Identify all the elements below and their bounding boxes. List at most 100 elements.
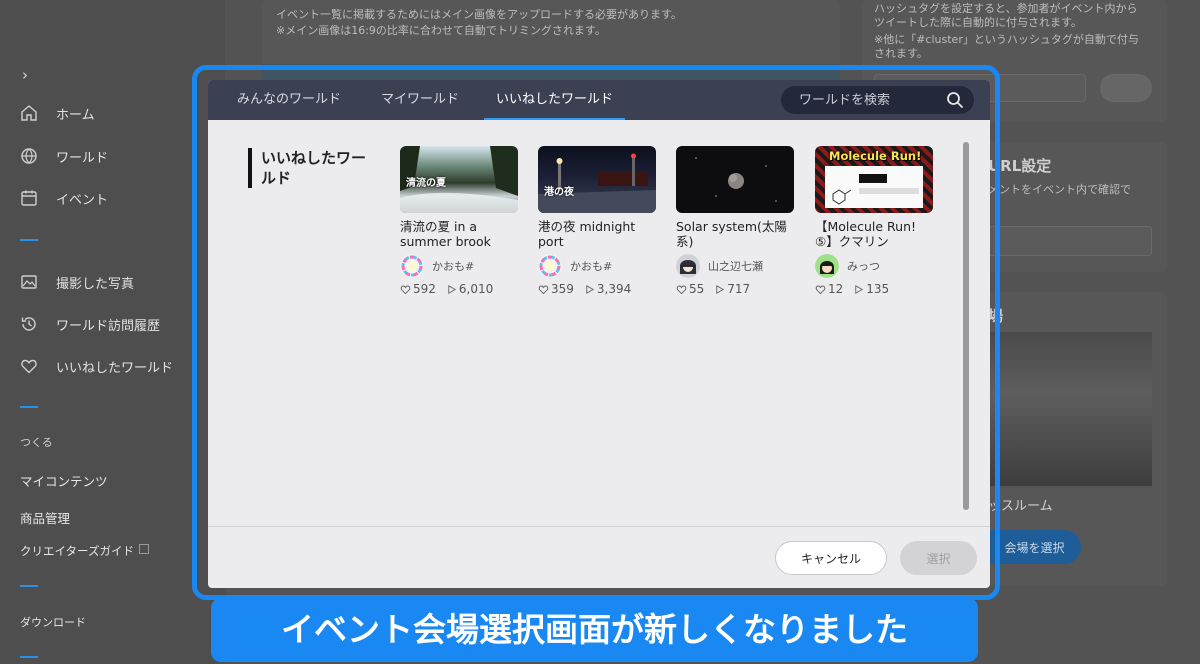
image-upload-note: イベント一覧に掲載するためにはメイン画像をアップロードする必要があります。 [276,8,682,21]
play-count-value: 6,010 [458,282,494,296]
author-name: かおも# [570,260,613,273]
world-author[interactable]: 山之辺七瀬 [676,254,794,278]
world-thumbnail[interactable] [676,146,794,213]
sidebar-link-products[interactable]: 商品管理 [20,508,70,527]
sidebar-divider [20,406,38,408]
play-count: 135 [853,282,889,296]
history-icon [20,315,38,333]
sidebar-item-world[interactable]: ワールド [20,145,108,167]
sidebar-item-label: ワールド訪問履歴 [56,318,161,334]
like-count: 359 [538,282,574,296]
image-trim-note: ※メイン画像は16:9の比率に合わせて自動でトリミングされます。 [276,24,606,37]
calendar-icon [20,189,38,207]
modal-footer-divider [208,526,990,527]
world-search-input[interactable] [799,92,939,108]
home-icon [20,104,38,122]
cancel-button[interactable]: キャンセル [775,541,887,575]
photo-icon [20,273,38,291]
like-count-value: 592 [413,282,436,296]
world-thumbnail[interactable]: Molecule Run! [815,146,933,213]
play-count-value: 3,394 [596,282,632,296]
avatar [400,254,424,278]
sidebar-link-my-contents[interactable]: マイコンテンツ [20,471,108,490]
heart-icon [400,285,411,294]
world-author[interactable]: かおも# [538,254,656,278]
world-title[interactable]: 清流の夏 in a summer brook [400,219,518,249]
search-icon[interactable] [946,91,964,109]
world-author[interactable]: かおも# [400,254,518,278]
play-count: 717 [714,282,750,296]
sidebar-item-event[interactable]: イベント [20,187,108,209]
sidebar-item-liked-worlds[interactable]: いいねしたワールド [20,355,173,377]
play-icon [448,284,456,294]
tab-liked-worlds[interactable]: いいねしたワールド [484,80,626,120]
molecule-panel [825,166,923,208]
sidebar-item-label: ワールド [56,150,109,166]
play-count-value: 135 [866,282,890,296]
night-port-scene-icon [538,153,656,213]
sidebar-item-label: ホーム [56,107,95,123]
select-button[interactable]: 選択 [900,541,977,575]
world-select-modal: みんなのワールド マイワールド いいねしたワールド いいねしたワールド 清流の夏… [208,80,990,588]
like-count: 55 [676,282,704,296]
avatar [538,254,562,278]
sidebar-item-label: いいねしたワールド [56,360,174,376]
globe-icon [20,147,38,165]
world-stats: 359 3,394 [538,282,656,296]
thumbnail-label: 清流の夏 [406,178,446,189]
tab-everyone-worlds[interactable]: みんなのワールド [225,80,353,120]
sidebar-item-label: イベント [56,192,109,208]
sidebar-item-photos[interactable]: 撮影した写真 [20,271,134,293]
thumbnail-label: Molecule Run! [829,149,922,163]
external-link-icon [139,544,149,554]
like-count-value: 12 [828,282,844,296]
sidebar-divider [20,656,38,658]
play-count-value: 717 [727,282,751,296]
venue-photo [988,332,1152,486]
sidebar-divider [20,585,38,587]
world-title[interactable]: Solar system(太陽系) [676,219,794,249]
world-stats: 12 135 [815,282,933,296]
like-count: 12 [815,282,843,296]
sidebar-section-caption: つくる [20,436,53,449]
world-search-box[interactable] [781,86,974,114]
world-card[interactable]: 港の夜 港の夜 midnight port かおも# 359 3,394 [538,146,656,296]
expand-chevron-icon[interactable]: › [22,66,28,84]
hashtag-add-button[interactable] [1100,74,1152,102]
tab-my-worlds[interactable]: マイワールド [369,80,471,120]
sidebar-item-label: 撮影した写真 [56,276,135,292]
play-icon [586,284,594,294]
hashtag-note: ツイートした際に自動的に付与されます。 [874,16,1082,29]
section-title: いいねしたワールド [248,148,378,188]
url-input[interactable] [988,226,1152,256]
world-card[interactable]: 清流の夏 清流の夏 in a summer brook かおも# 592 6,0… [400,146,518,296]
sidebar-link-download[interactable]: ダウンロード [20,614,86,630]
play-count: 3,394 [584,282,631,296]
announcement-caption: イベント会場選択画面が新しくなりました [211,598,978,662]
avatar [676,254,700,278]
url-settings-note: メントをイベント内で確認で [988,183,1131,196]
hashtag-note: されます。 [874,47,928,60]
world-card[interactable]: Solar system(太陽系) 山之辺七瀬 55 717 [676,146,794,296]
world-stats: 592 6,010 [400,282,518,296]
world-title[interactable]: 【Molecule Run!⑤】クマリン [815,219,933,249]
world-stats: 55 717 [676,282,794,296]
select-venue-button[interactable]: 会場を選択 [988,530,1081,564]
sidebar-item-history[interactable]: ワールド訪問履歴 [20,313,160,335]
avatar [815,254,839,278]
world-thumbnail[interactable]: 清流の夏 [400,146,518,213]
world-thumbnail[interactable]: 港の夜 [538,146,656,213]
sidebar-link-creator-guide[interactable]: クリエイターズガイド [20,543,134,559]
heart-icon [815,285,826,294]
heart-icon [20,357,38,375]
sidebar-item-home[interactable]: ホーム [20,102,95,124]
author-name: 山之辺七瀬 [708,260,763,273]
molecule-structure-icon [832,174,919,205]
world-author[interactable]: みっつ [815,254,933,278]
scrollbar[interactable] [963,142,969,510]
like-count-value: 359 [551,282,574,296]
world-title[interactable]: 港の夜 midnight port [538,219,656,249]
heart-icon [676,285,687,294]
world-card[interactable]: Molecule Run! 【Molecule Run!⑤】クマリン みっつ 1… [815,146,933,296]
play-count: 6,010 [446,282,493,296]
